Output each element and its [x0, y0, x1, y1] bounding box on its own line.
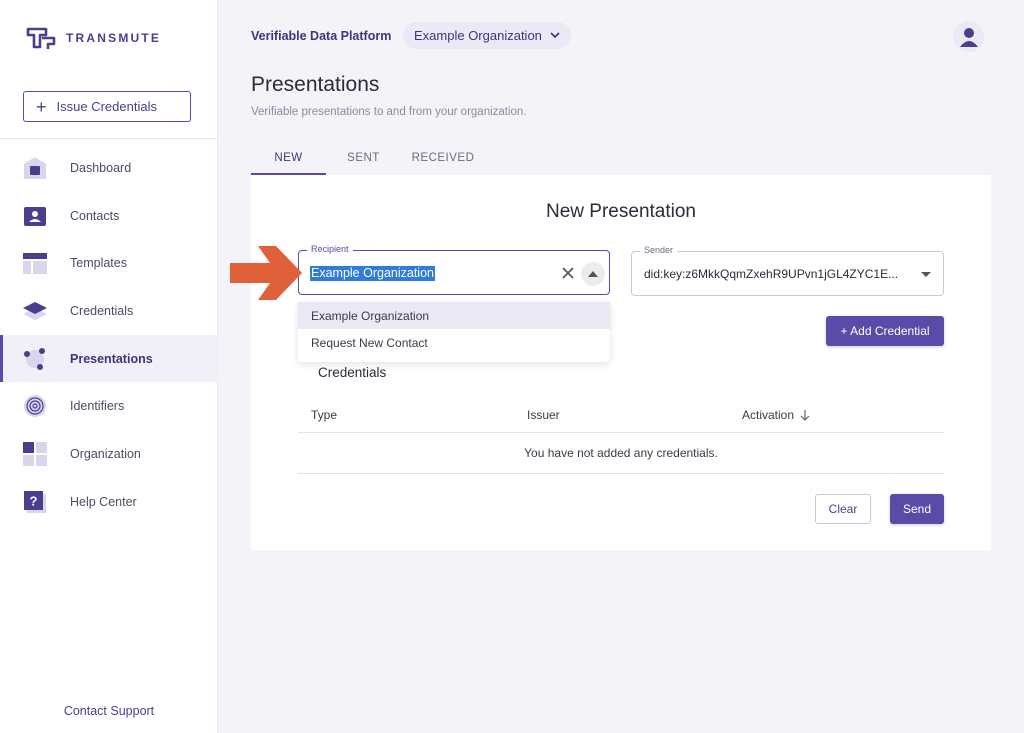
page-subtitle: Verifiable presentations to and from you… — [251, 106, 527, 118]
issue-credentials-label: Issue Credentials — [56, 99, 157, 114]
contact-support-link[interactable]: Contact Support — [0, 704, 218, 718]
tab-received[interactable]: RECEIVED — [401, 140, 485, 175]
sidebar-item-help-center[interactable]: ? Help Center — [0, 478, 218, 526]
template-icon — [22, 250, 48, 276]
sidebar: TRANSMUTE + Issue Credentials Dashboard … — [0, 0, 218, 733]
recipient-input-value[interactable]: Example Organization — [310, 266, 435, 281]
brand-logo[interactable]: TRANSMUTE — [26, 26, 161, 50]
help-icon: ? — [22, 489, 48, 515]
sidebar-divider — [0, 138, 218, 139]
column-header-activation[interactable]: Activation — [729, 408, 810, 422]
credentials-table: Type Issuer Activation You have not adde… — [298, 397, 944, 474]
recipient-field[interactable]: Recipient Example Organization — [298, 244, 610, 295]
sidebar-nav: Dashboard Contacts Templates Credentials… — [0, 144, 218, 526]
user-avatar[interactable] — [953, 21, 984, 52]
recipient-dropdown: Example Organization Request New Contact — [298, 302, 610, 362]
sidebar-item-label: Help Center — [70, 494, 137, 509]
sidebar-item-contacts[interactable]: Contacts — [0, 192, 218, 240]
user-icon — [959, 27, 978, 47]
contact-card-icon — [22, 203, 48, 229]
chevron-down-icon — [550, 32, 560, 39]
sidebar-item-label: Dashboard — [70, 160, 132, 175]
recipient-label: Recipient — [307, 244, 353, 254]
sender-select[interactable]: Sender did:key:z6MkkQqmZxehR9UPvn1jGL4ZY… — [631, 245, 944, 296]
sidebar-item-label: Identifiers — [70, 399, 125, 414]
transmute-logo-icon — [26, 27, 56, 49]
add-credential-button[interactable]: + Add Credential — [826, 316, 944, 346]
organization-select-label: Example Organization — [414, 28, 542, 43]
grid-icon — [22, 441, 48, 467]
sidebar-item-dashboard[interactable]: Dashboard — [0, 144, 218, 192]
close-icon[interactable] — [561, 266, 575, 280]
column-header-type: Type — [311, 407, 338, 422]
house-icon — [22, 155, 48, 181]
table-header: Type Issuer Activation — [298, 397, 944, 433]
sidebar-item-organization[interactable]: Organization — [0, 430, 218, 478]
page-title: Presentations — [251, 73, 380, 96]
table-empty-message: You have not added any credentials. — [298, 433, 944, 474]
card-title: New Presentation — [546, 201, 696, 222]
fingerprint-icon — [22, 393, 48, 419]
issue-credentials-button[interactable]: + Issue Credentials — [23, 91, 191, 122]
arrow-down-icon — [800, 409, 810, 421]
tabs: NEW SENT RECEIVED — [251, 140, 485, 175]
plus-icon: + — [36, 96, 47, 117]
brand-name: TRANSMUTE — [66, 31, 162, 45]
credentials-title: Credentials — [318, 365, 387, 380]
dropdown-option[interactable]: Request New Contact — [298, 329, 610, 356]
sidebar-item-label: Templates — [70, 256, 127, 271]
new-presentation-card: New Presentation Recipient Example Organ… — [251, 175, 991, 550]
sidebar-item-label: Organization — [70, 446, 141, 461]
svg-text:?: ? — [30, 493, 38, 508]
column-header-issuer: Issuer — [527, 407, 560, 422]
sidebar-item-label: Presentations — [70, 351, 153, 366]
sidebar-item-presentations[interactable]: Presentations — [0, 334, 218, 383]
organization-select[interactable]: Example Organization — [403, 22, 571, 49]
sidebar-item-credentials[interactable]: Credentials — [0, 287, 218, 335]
caret-up-icon — [588, 271, 598, 277]
sender-label: Sender — [640, 245, 678, 255]
sidebar-item-templates[interactable]: Templates — [0, 239, 218, 287]
sender-value: did:key:z6MkkQqmZxehR9UPvn1jGL4ZYC1E... — [644, 267, 899, 281]
sidebar-item-label: Contacts — [70, 208, 120, 223]
tab-sent[interactable]: SENT — [326, 140, 401, 175]
dropdown-toggle-button[interactable] — [581, 262, 605, 286]
layers-icon — [22, 298, 48, 324]
column-header-activation-label: Activation — [742, 407, 795, 422]
dropdown-option[interactable]: Example Organization — [298, 302, 610, 329]
sidebar-item-label: Credentials — [70, 303, 134, 318]
annotation-arrow-icon — [230, 246, 302, 300]
tab-new[interactable]: NEW — [251, 140, 326, 175]
caret-down-icon — [921, 272, 931, 277]
clear-button[interactable]: Clear — [815, 494, 871, 524]
send-button[interactable]: Send — [890, 494, 944, 524]
platform-title: Verifiable Data Platform — [251, 29, 392, 43]
sidebar-item-identifiers[interactable]: Identifiers — [0, 382, 218, 430]
network-nodes-icon — [22, 346, 48, 372]
